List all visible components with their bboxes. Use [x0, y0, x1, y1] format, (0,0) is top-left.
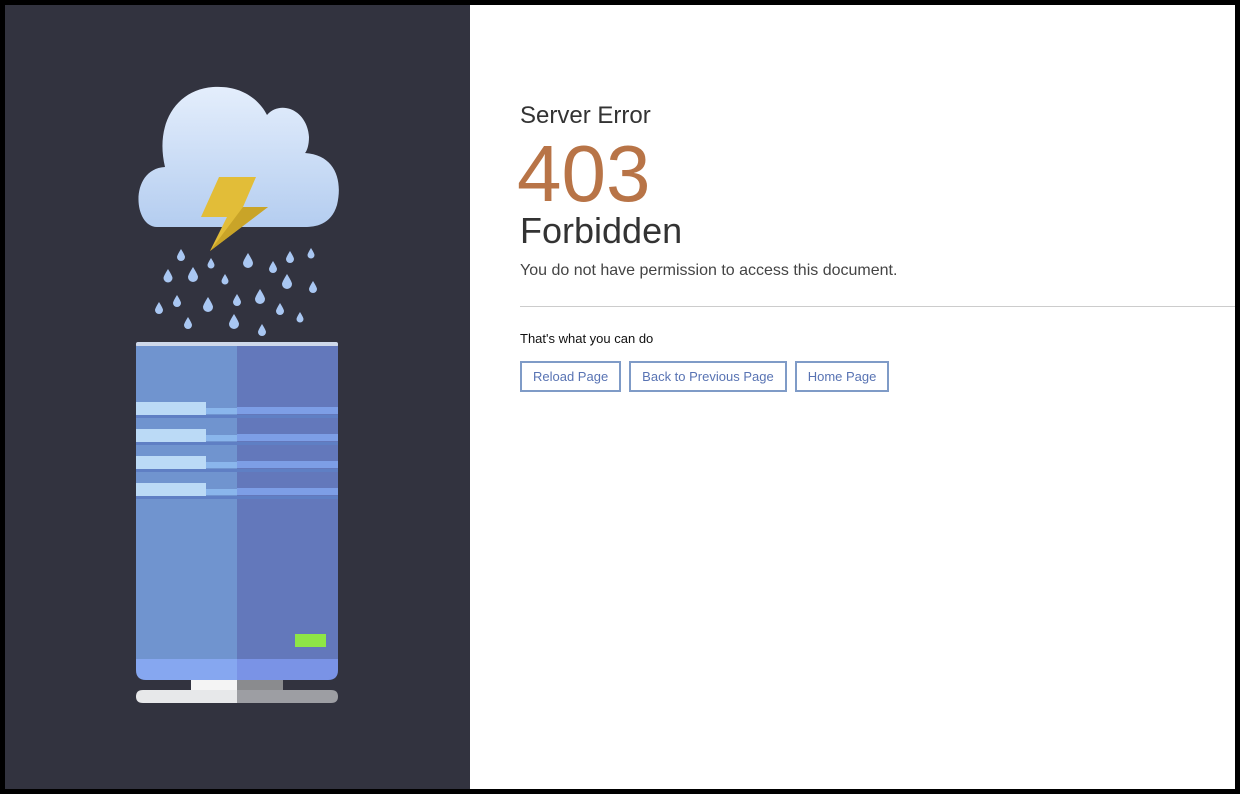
- error-label: Server Error: [520, 102, 651, 129]
- raindrop: [243, 253, 253, 268]
- error-message: You do not have permission to access thi…: [520, 262, 898, 279]
- raindrop-icon: [155, 248, 317, 336]
- raindrop: [258, 324, 266, 336]
- page-frame: Server Error 403 Forbidden You do not ha…: [5, 5, 1235, 789]
- raindrop: [221, 274, 229, 285]
- server-slot: [237, 461, 338, 468]
- server-slot: [237, 407, 338, 414]
- server-slot: [136, 415, 338, 418]
- server-slot: [136, 456, 206, 469]
- server-slot: [237, 488, 338, 495]
- raindrop: [203, 297, 213, 312]
- raindrop: [269, 261, 277, 273]
- raindrop: [177, 249, 185, 261]
- server-tower-icon: [136, 342, 338, 703]
- server-slot: [136, 469, 338, 472]
- home-page-button[interactable]: Home Page: [794, 361, 890, 392]
- server-slot: [136, 442, 338, 445]
- server-slot: [136, 496, 338, 499]
- server-slot: [237, 434, 338, 441]
- raindrop: [282, 274, 292, 289]
- raindrop: [309, 281, 317, 293]
- error-title: Forbidden: [520, 210, 683, 251]
- raindrop: [307, 248, 315, 259]
- options-heading: That's what you can do: [520, 331, 654, 346]
- raindrop: [276, 303, 284, 315]
- server-slot: [136, 429, 206, 442]
- action-buttons: Reload Page Back to Previous Page Home P…: [520, 361, 890, 392]
- server-led: [295, 634, 326, 647]
- raindrop: [255, 289, 265, 304]
- server-slot: [206, 435, 237, 441]
- server-slot: [206, 462, 237, 468]
- server-slot: [206, 489, 237, 495]
- raindrop: [173, 295, 181, 307]
- server-slot: [136, 402, 206, 415]
- raindrop: [155, 302, 163, 314]
- server-slot: [206, 408, 237, 414]
- raindrop: [286, 251, 294, 263]
- raindrop: [188, 267, 198, 282]
- reload-page-button[interactable]: Reload Page: [520, 361, 622, 392]
- error-content: Server Error 403 Forbidden You do not ha…: [470, 5, 1235, 789]
- raindrop: [207, 258, 215, 269]
- raindrop: [229, 314, 239, 329]
- server-slot: [136, 483, 206, 496]
- raindrop: [163, 269, 173, 283]
- back-to-previous-page-button[interactable]: Back to Previous Page: [629, 361, 787, 392]
- error-code: 403: [517, 129, 651, 218]
- divider: [520, 306, 1235, 307]
- illustration-panel: [5, 5, 470, 789]
- server-storm-illustration: [136, 86, 339, 703]
- raindrop: [296, 312, 304, 323]
- raindrop: [233, 294, 241, 306]
- raindrop: [184, 317, 192, 329]
